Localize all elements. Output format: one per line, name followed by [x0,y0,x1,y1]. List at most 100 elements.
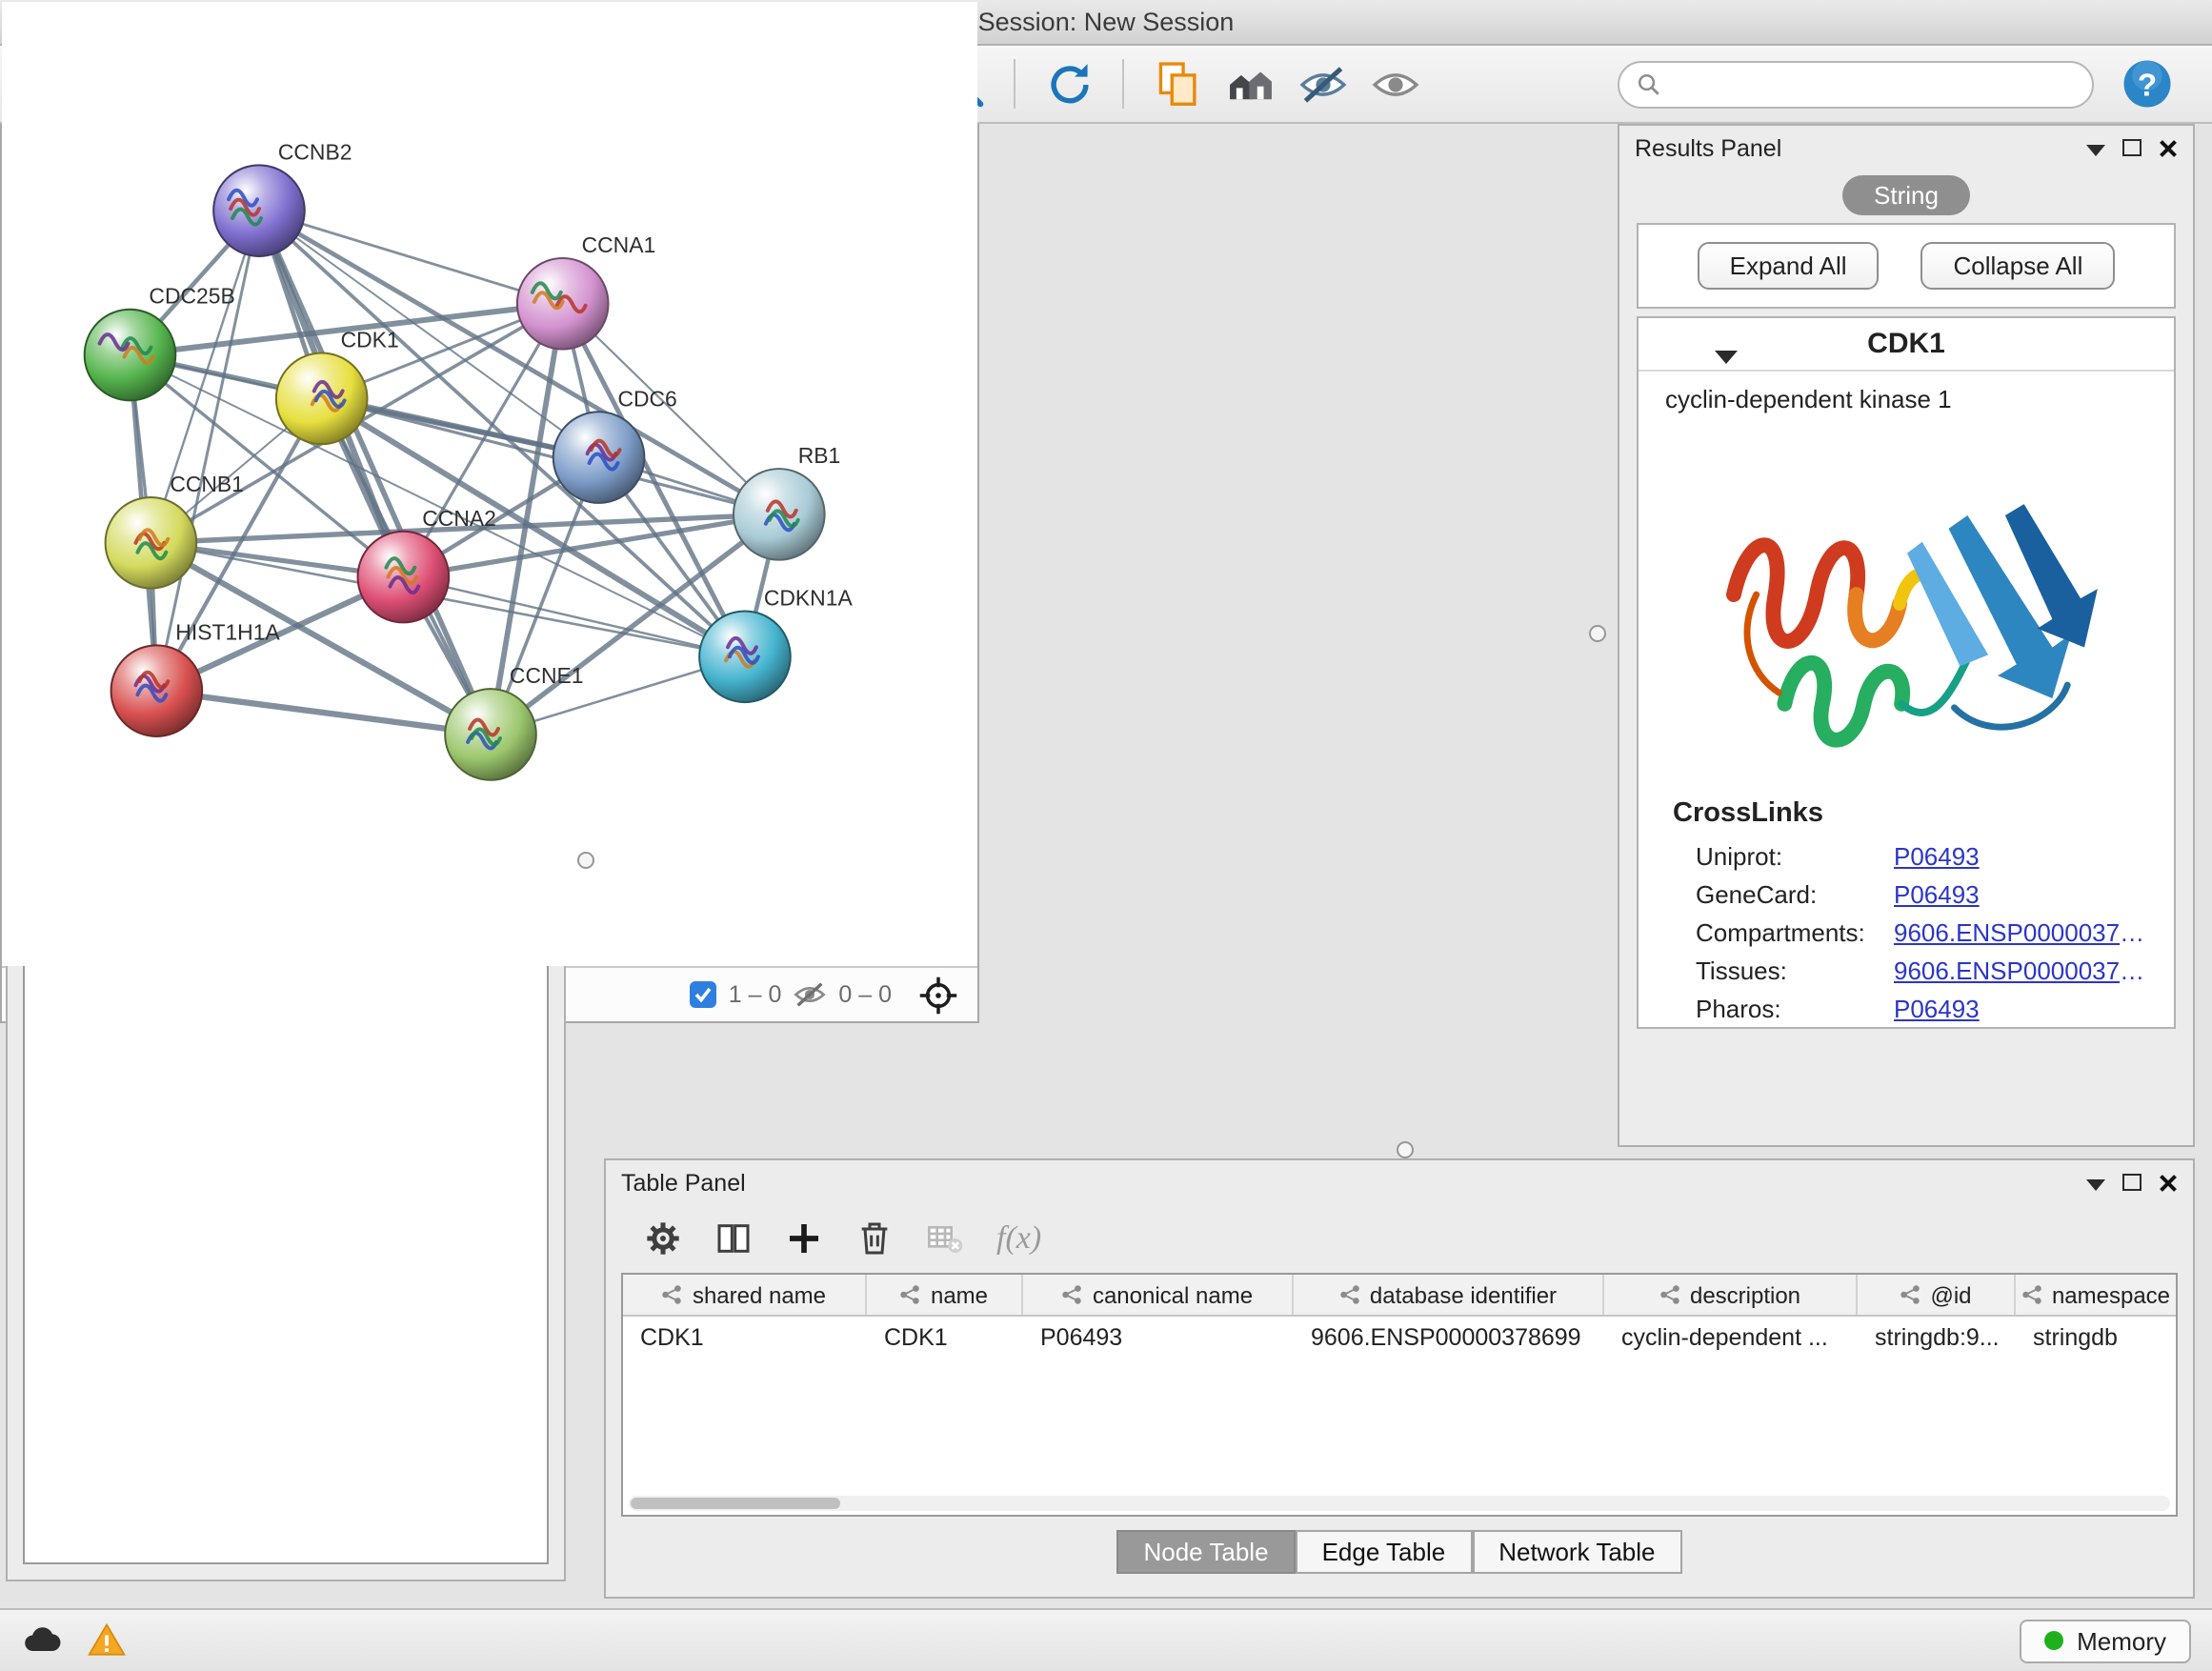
crosslink-compartments-link[interactable]: 9606.ENSP00000378699 [1894,917,2155,946]
results-panel-menu-button[interactable] [2086,133,2105,162]
network-node-ccnb2[interactable] [213,165,305,256]
left-splitter-handle[interactable] [577,852,594,869]
column-type-icon [1339,1284,1360,1305]
add-column-button[interactable] [785,1219,823,1258]
cell-shared-name[interactable]: CDK1 [623,1323,867,1350]
hide-selected-button[interactable] [1290,53,1355,114]
help-button[interactable]: ? [2121,57,2174,111]
protein-structure-image [1676,425,2137,783]
help-icon: ? [2121,57,2174,111]
cell-id[interactable]: stringdb:9... [1858,1323,2016,1350]
chevron-down-icon [2086,1179,2105,1191]
warnings-button[interactable] [86,1620,128,1661]
column-header-namespace[interactable]: namespace [2016,1275,2176,1315]
refresh-view-button[interactable] [1036,53,1101,114]
tab-network-table[interactable]: Network Table [1472,1530,1681,1574]
string-results-tab[interactable]: String [1841,175,1971,215]
cell-description[interactable]: cyclin-dependent ... [1604,1323,1858,1350]
horizontal-scrollbar[interactable] [629,1496,2170,1511]
network-edge[interactable] [322,398,779,514]
expand-all-button[interactable]: Expand All [1698,242,1880,290]
cloud-icon [21,1620,63,1661]
show-all-button[interactable] [1362,53,1427,114]
collapse-section-icon[interactable] [1715,339,1738,373]
tab-edge-table[interactable]: Edge Table [1296,1530,1473,1574]
crosshair-icon [918,975,958,1015]
memory-button[interactable]: Memory [2020,1619,2191,1662]
network-node-cdk1[interactable] [276,353,368,445]
column-header-description[interactable]: description [1604,1275,1858,1315]
table-panel-close-button[interactable] [2159,1173,2178,1192]
crosslink-tissues-link[interactable]: 9606.ENSP00000378699 [1894,956,2155,984]
table-panel-float-button[interactable] [2122,1168,2142,1197]
first-neighbors-button[interactable] [1217,53,1282,114]
network-edge[interactable] [156,691,491,735]
network-node-cdc6[interactable] [553,412,645,503]
results-panel-close-button[interactable] [2159,138,2178,157]
table-panel-menu-button[interactable] [2086,1168,2105,1197]
network-graph[interactable]: CCNB2CCNA1CDC25BCDK1CDC6RB1CCNB1CCNA2CDK… [2,2,977,966]
selected-count: 1 – 0 [729,981,782,1008]
right-splitter-handle[interactable] [1589,625,1606,642]
column-header-canonical-name[interactable]: canonical name [1023,1275,1294,1315]
tab-node-table[interactable]: Node Table [1116,1530,1295,1574]
network-edge[interactable] [259,211,491,735]
toolbar-separator [1014,59,1016,109]
crosslink-label: Compartments: [1696,917,1894,946]
network-node-cdc25b[interactable] [85,310,176,401]
bottom-splitter-handle[interactable] [1397,1141,1414,1158]
column-header-name[interactable]: name [867,1275,1023,1315]
cell-canonical-name[interactable]: P06493 [1023,1323,1294,1350]
column-type-icon [2021,1284,2042,1305]
duplicate-documents-button[interactable] [1145,53,1210,114]
network-node-hist1h1a[interactable] [111,645,203,736]
node-label: CDK1 [341,328,399,352]
cell-database-identifier[interactable]: 9606.ENSP00000378699 [1294,1323,1604,1350]
memory-label: Memory [2077,1626,2166,1655]
node-label: CDC6 [617,386,676,411]
search-icon [1637,71,1661,96]
network-node-ccne1[interactable] [445,689,536,780]
network-view: CCNB2CCNA1CDC25BCDK1CDC6RB1CCNB1CCNA2CDK… [0,0,979,1023]
table-header-row: shared name name canonical name database… [623,1275,2176,1317]
fit-selected-button[interactable] [903,975,958,1015]
results-panel-float-button[interactable] [2122,133,2142,162]
search-box [1618,60,2094,108]
network-node-rb1[interactable] [734,469,825,560]
warning-icon [86,1620,128,1661]
network-node-ccna1[interactable] [517,258,609,350]
scrollbar-thumb[interactable] [631,1498,840,1509]
float-window-icon [2122,139,2142,156]
cell-namespace[interactable]: stringdb [2016,1323,2176,1350]
column-header-shared-name[interactable]: shared name [623,1275,867,1315]
network-edge[interactable] [259,211,563,304]
collapse-all-button[interactable]: Collapse All [1921,242,2116,290]
crosslink-pharos-link[interactable]: P06493 [1894,994,2155,1022]
node-label: CCNA2 [422,506,496,531]
delete-column-button[interactable] [855,1219,894,1258]
gear-icon [644,1219,682,1258]
network-node-ccnb1[interactable] [106,497,197,589]
function-builder-button[interactable]: f(x) [996,1219,1041,1258]
application-window: Session: New Session [0,0,2212,1671]
close-icon [2159,1173,2178,1192]
status-bar: Memory [0,1608,2212,1671]
column-header-database-identifier[interactable]: database identifier [1294,1275,1604,1315]
table-row[interactable]: CDK1 CDK1 P06493 9606.ENSP00000378699 cy… [623,1317,2176,1357]
crosslink-genecard-link[interactable]: P06493 [1894,879,2155,908]
network-node-ccna2[interactable] [358,532,450,623]
table-options-button[interactable] [644,1219,682,1258]
crosslink-uniprot-link[interactable]: P06493 [1894,841,2155,870]
selected-checkbox[interactable] [691,981,717,1008]
cell-name[interactable]: CDK1 [867,1323,1023,1350]
clear-table-button[interactable] [926,1219,964,1258]
gene-section-header[interactable]: CDK1 [1639,318,2174,372]
network-canvas[interactable]: CCNB2CCNA1CDC25BCDK1CDC6RB1CCNB1CCNA2CDK… [2,2,977,966]
cloud-status-button[interactable] [21,1620,63,1661]
show-columns-button[interactable] [714,1219,753,1258]
eye-icon [1369,58,1420,110]
network-node-cdkn1a[interactable] [699,611,791,702]
houses-icon [1224,58,1276,110]
column-header-id[interactable]: @id [1858,1275,2016,1315]
search-input[interactable] [1673,70,2075,98]
